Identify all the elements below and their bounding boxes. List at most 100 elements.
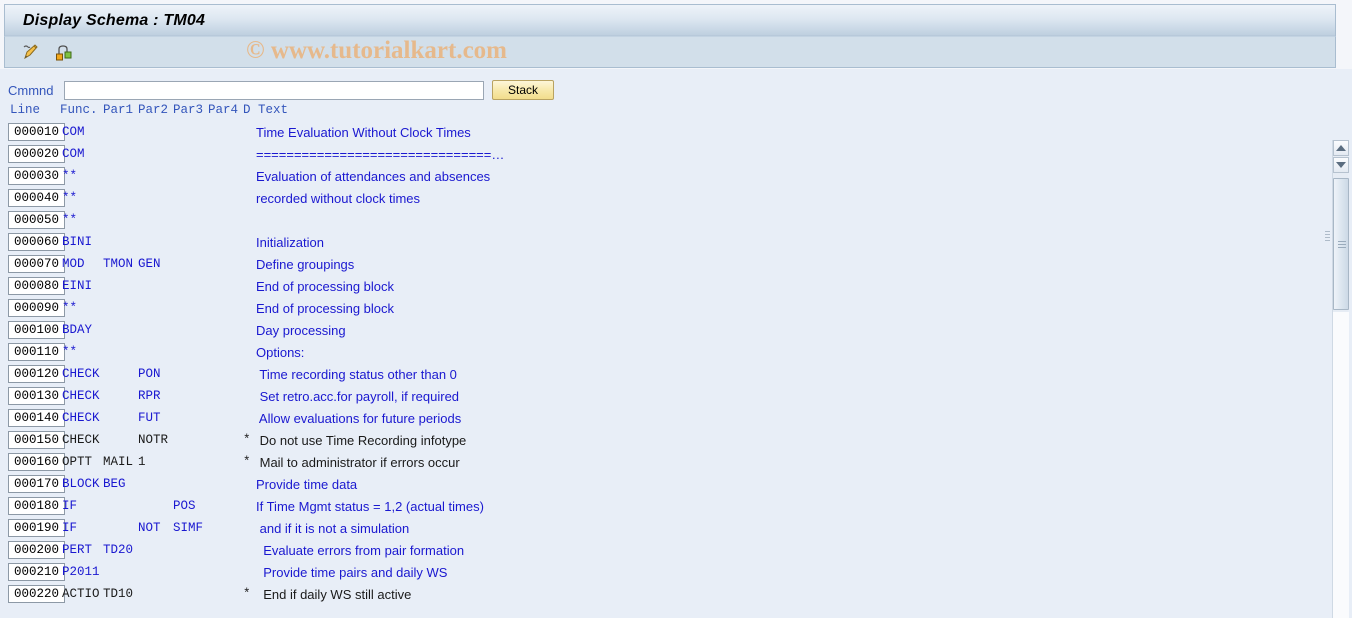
row-func: CHECK: [62, 411, 100, 425]
row-func: ACTIO: [62, 587, 100, 601]
col-header-line: Line: [10, 103, 41, 117]
scroll-down-button[interactable]: [1333, 157, 1349, 173]
content-panel: Cmmnd Stack Line Func. Par1 Par2 Par3 Pa…: [0, 69, 1352, 618]
table-row[interactable]: 000200 PERT TD20 Evaluate errors from pair…: [0, 540, 1310, 562]
row-par2: GEN: [138, 257, 161, 271]
row-par2: FUT: [138, 411, 161, 425]
table-row[interactable]: 000170 BLOCK BEG Provide time data: [0, 474, 1310, 496]
command-input[interactable]: [64, 80, 484, 100]
row-line-number[interactable]: 000140: [8, 409, 65, 427]
table-row[interactable]: 000100 BDAY Day processing: [0, 320, 1310, 342]
row-line-number[interactable]: 000010: [8, 123, 65, 141]
row-par3: POS: [173, 499, 196, 513]
table-row[interactable]: 000110 ** Options:: [0, 342, 1310, 364]
row-par2: NOT: [138, 521, 161, 535]
table-row[interactable]: 000010 COM Time Evaluation Without Clock T…: [0, 122, 1310, 144]
table-row[interactable]: 000080 EINI End of processing block: [0, 276, 1310, 298]
row-d: *: [243, 587, 251, 601]
row-line-number[interactable]: 000150: [8, 431, 65, 449]
row-func: **: [62, 301, 78, 315]
table-row[interactable]: 000060 BINI Initialization: [0, 232, 1310, 254]
table-row[interactable]: 000040 ** recorded without clock times: [0, 188, 1310, 210]
row-text: Mail to administrator if errors occur: [256, 455, 460, 470]
row-func: CHECK: [62, 389, 100, 403]
scrollbar-thumb[interactable]: [1333, 178, 1349, 310]
table-row[interactable]: 000160 OPTT MAIL 1 * Mail to administrator i…: [0, 452, 1310, 474]
vertical-scrollbar[interactable]: [1332, 140, 1349, 618]
row-line-number[interactable]: 000080: [8, 277, 65, 295]
panel-resize-grip[interactable]: [1325, 231, 1330, 245]
table-row[interactable]: 000150 CHECK NOTR * Do not use Time Recordi…: [0, 430, 1310, 452]
row-text: Time recording status other than 0: [256, 367, 457, 382]
row-line-number[interactable]: 000050: [8, 211, 65, 229]
row-line-number[interactable]: 000100: [8, 321, 65, 339]
table-row[interactable]: 000120 CHECK PON Time recording status oth…: [0, 364, 1310, 386]
scrollbar-grip-icon: [1338, 241, 1346, 248]
table-row[interactable]: 000220 ACTIO TD10 * End if daily WS still a…: [0, 584, 1310, 606]
command-label: Cmmnd: [8, 82, 54, 98]
table-row[interactable]: 000020 COM ===============================…: [0, 144, 1310, 166]
col-header-text: Text: [258, 103, 289, 117]
schema-table: Line Func. Par1 Par2 Par3 Par4 D Text 00…: [0, 103, 1310, 606]
table-row[interactable]: 000190 IF NOT SIMF and if it is not a simul…: [0, 518, 1310, 540]
row-text: and if it is not a simulation: [256, 521, 410, 536]
table-row[interactable]: 000180 IF POS If Time Mgmt status = 1,2 (ac…: [0, 496, 1310, 518]
col-header-par4: Par4: [208, 103, 239, 117]
row-par3: SIMF: [173, 521, 204, 535]
col-header-par2: Par2: [138, 103, 169, 117]
stack-button[interactable]: Stack: [492, 80, 554, 100]
table-row[interactable]: 000210 P2011 Provide time pairs and daily…: [0, 562, 1310, 584]
table-header-row: Line Func. Par1 Par2 Par3 Par4 D Text: [0, 103, 1310, 122]
table-row[interactable]: 000140 CHECK FUT Allow evaluations for fut…: [0, 408, 1310, 430]
row-line-number[interactable]: 000020: [8, 145, 65, 163]
row-line-number[interactable]: 000190: [8, 519, 65, 537]
row-text: End of processing block: [256, 279, 395, 294]
row-par2: 1: [138, 455, 146, 469]
scrollbar-track[interactable]: [1333, 312, 1349, 618]
row-par1: MAIL: [103, 455, 134, 469]
row-par2: RPR: [138, 389, 161, 403]
row-line-number[interactable]: 000090: [8, 299, 65, 317]
scroll-up-button[interactable]: [1333, 140, 1349, 156]
command-row: Cmmnd Stack: [0, 79, 554, 101]
row-text: Day processing: [256, 323, 346, 338]
row-line-number[interactable]: 000180: [8, 497, 65, 515]
row-line-number[interactable]: 000200: [8, 541, 65, 559]
row-text: Allow evaluations for future periods: [256, 411, 462, 426]
table-row[interactable]: 000090 ** End of processing block: [0, 298, 1310, 320]
col-header-d: D: [243, 103, 251, 117]
table-row[interactable]: 000130 CHECK RPR Set retro.acc.for payroll…: [0, 386, 1310, 408]
row-line-number[interactable]: 000120: [8, 365, 65, 383]
hierarchy-structure-icon[interactable]: [53, 41, 75, 63]
col-header-func: Func.: [60, 103, 98, 117]
row-line-number[interactable]: 000170: [8, 475, 65, 493]
row-par2: NOTR: [138, 433, 169, 447]
row-text: End if daily WS still active: [256, 587, 412, 602]
row-func: OPTT: [62, 455, 93, 469]
row-line-number[interactable]: 000070: [8, 255, 65, 273]
row-func: BDAY: [62, 323, 93, 337]
row-line-number[interactable]: 000030: [8, 167, 65, 185]
row-text: Evaluation of attendances and absences: [256, 169, 491, 184]
row-func: P2011: [62, 565, 100, 579]
row-line-number[interactable]: 000160: [8, 453, 65, 471]
table-row[interactable]: 000070 MOD TMON GEN Define groupings: [0, 254, 1310, 276]
row-func: PERT: [62, 543, 93, 557]
row-line-number[interactable]: 000040: [8, 189, 65, 207]
edit-pencil-icon[interactable]: [19, 41, 41, 63]
row-line-number[interactable]: 000110: [8, 343, 65, 361]
table-row[interactable]: 000050 **: [0, 210, 1310, 232]
row-line-number[interactable]: 000220: [8, 585, 65, 603]
table-row[interactable]: 000030 ** Evaluation of attendances and ab…: [0, 166, 1310, 188]
row-text: Define groupings: [256, 257, 355, 272]
row-func: **: [62, 169, 78, 183]
row-par1: TMON: [103, 257, 134, 271]
row-d: *: [243, 433, 251, 447]
application-toolbar: [4, 36, 1336, 68]
row-func: BLOCK: [62, 477, 100, 491]
row-line-number[interactable]: 000210: [8, 563, 65, 581]
row-text: recorded without clock times: [256, 191, 421, 206]
row-line-number[interactable]: 000130: [8, 387, 65, 405]
row-par2: PON: [138, 367, 161, 381]
row-line-number[interactable]: 000060: [8, 233, 65, 251]
